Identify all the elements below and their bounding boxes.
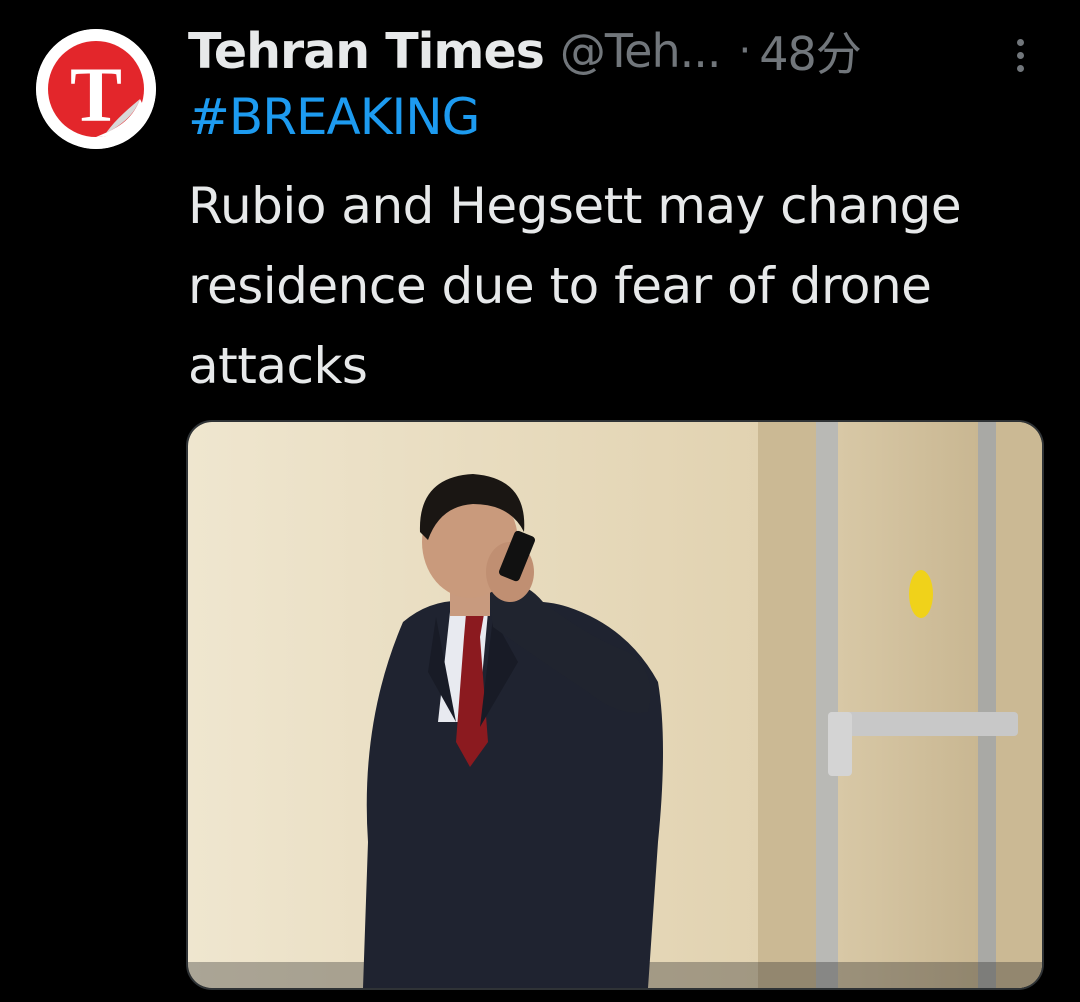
photo-image bbox=[188, 422, 1042, 988]
avatar[interactable]: T bbox=[36, 29, 156, 149]
tehran-times-logo-icon: T bbox=[36, 29, 156, 149]
tweet[interactable]: T Tehran Times @Teh... · 48分 #BREAKING R… bbox=[0, 0, 1080, 1002]
author-name[interactable]: Tehran Times bbox=[188, 23, 545, 80]
author-handle[interactable]: @Teh... bbox=[560, 24, 722, 78]
tweet-photo[interactable] bbox=[186, 420, 1044, 990]
svg-text:T: T bbox=[70, 51, 122, 138]
more-vertical-icon[interactable] bbox=[1000, 30, 1040, 80]
timestamp[interactable]: 48分 bbox=[759, 18, 862, 84]
tweet-text: Rubio and Hegsett may change residence d… bbox=[188, 177, 962, 395]
tweet-header: Tehran Times @Teh... · 48分 bbox=[188, 18, 1048, 84]
hashtag-link[interactable]: #BREAKING bbox=[188, 88, 480, 146]
separator-dot: · bbox=[738, 28, 752, 74]
